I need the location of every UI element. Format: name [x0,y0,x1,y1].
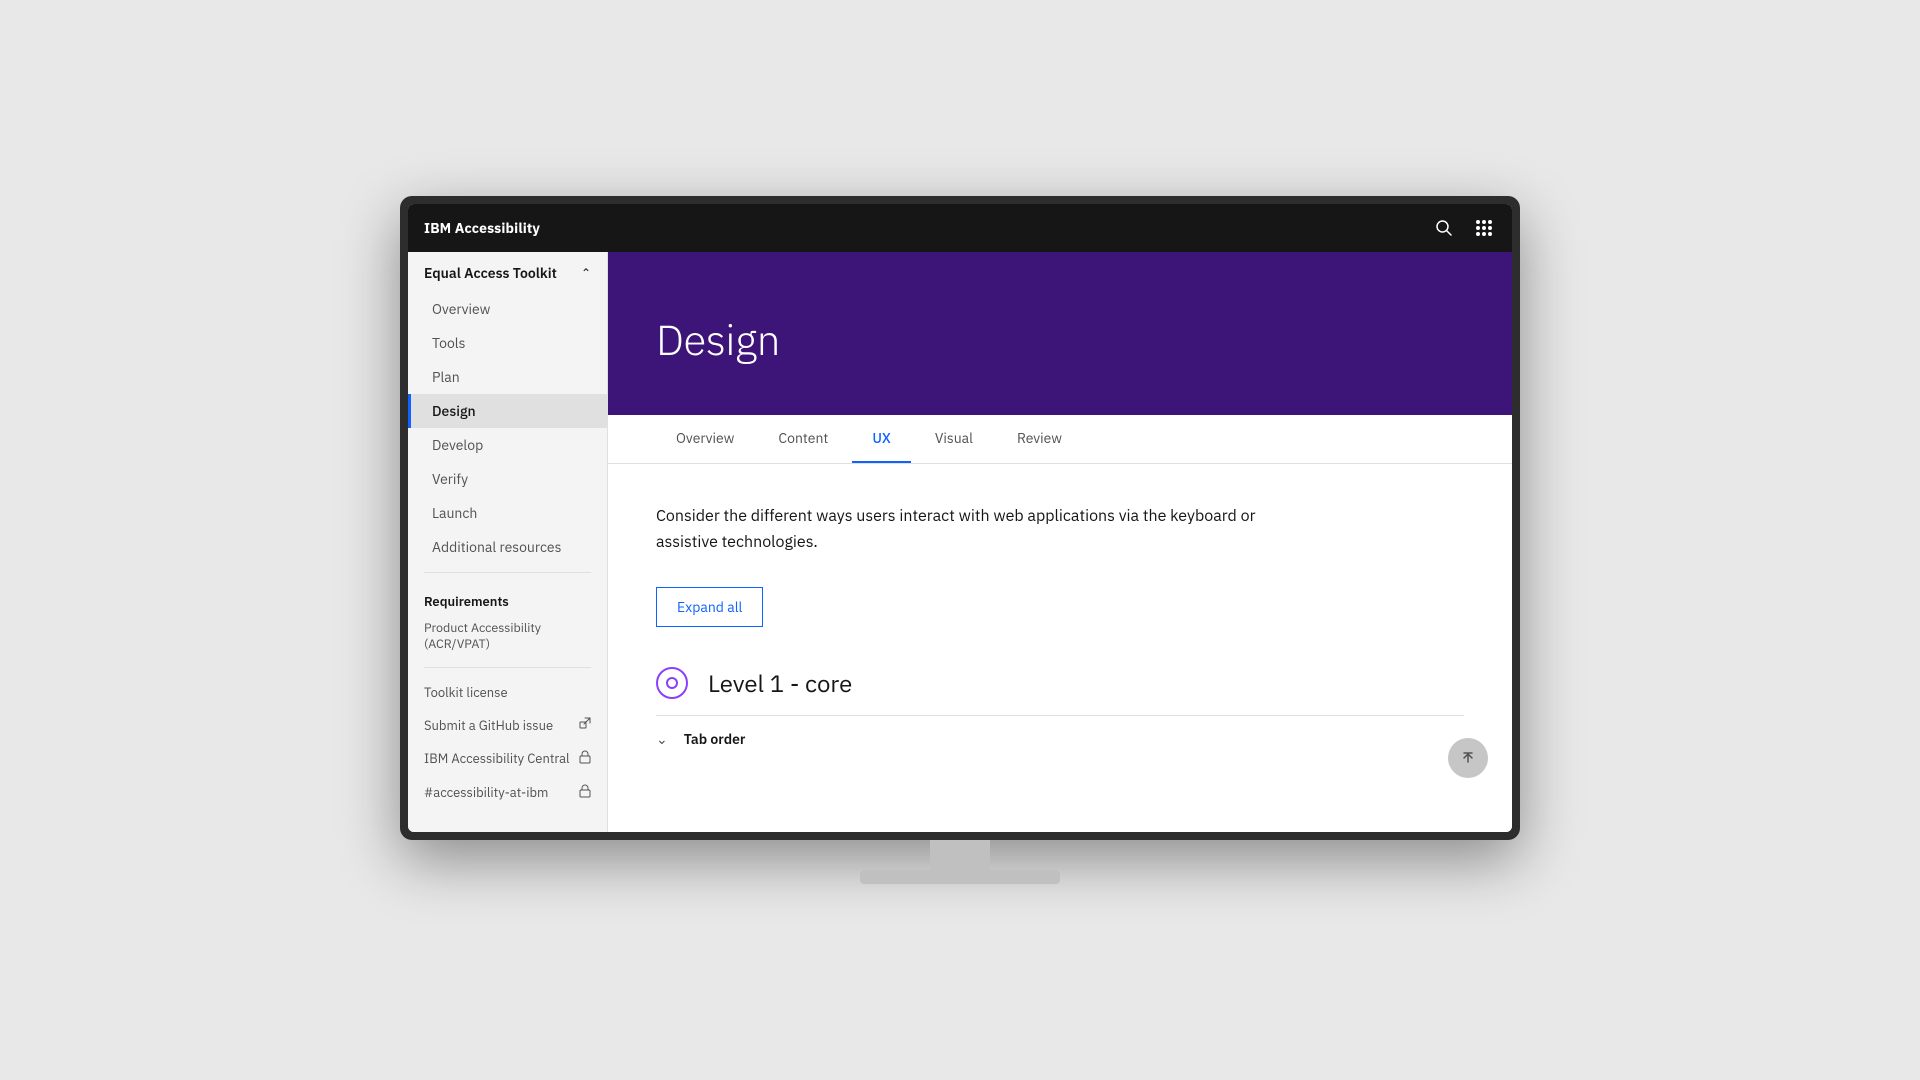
expand-all-button[interactable]: Expand all [656,587,763,627]
tabs-bar: Overview Content UX Visual Review [608,415,1512,464]
intro-text: Consider the different ways users intera… [656,504,1256,555]
sidebar-item-plan[interactable]: Plan [408,360,607,394]
topnav-icons [1432,216,1496,240]
hero-banner: Design [608,252,1512,415]
search-icon[interactable] [1432,216,1456,240]
sidebar-toolkit-license[interactable]: Toolkit license [408,676,607,709]
accordion-header[interactable]: ⌄ Tab order [656,730,1464,748]
sidebar-collapse-icon: ⌃ [581,266,591,281]
sidebar-divider-2 [424,667,591,668]
brand-ibm: IBM [424,219,451,237]
toolkit-license-label: Toolkit license [424,684,508,701]
accordion-chevron-icon: ⌄ [656,730,668,748]
sidebar: Equal Access Toolkit ⌃ Overview Tools Pl… [408,252,608,832]
tab-overview[interactable]: Overview [656,415,754,463]
level-title: Level 1 - core [708,667,852,699]
level-section: Level 1 - core [656,667,1464,699]
tab-visual[interactable]: Visual [915,415,993,463]
page-title: Design [656,312,780,367]
content-area: Design Overview Content UX Visual Review… [608,252,1512,832]
grid-dots [1476,220,1492,236]
main-layout: Equal Access Toolkit ⌃ Overview Tools Pl… [408,252,1512,832]
accordion-tab-order: ⌄ Tab order [656,715,1464,762]
sidebar-item-launch[interactable]: Launch [408,496,607,530]
github-issue-label: Submit a GitHub issue [424,717,553,734]
sidebar-requirements-label[interactable]: Requirements [408,581,607,616]
sidebar-divider-1 [424,572,591,573]
brand-name: Accessibility [455,219,540,237]
sidebar-item-tools[interactable]: Tools [408,326,607,360]
sidebar-ibm-accessibility-central[interactable]: IBM Accessibility Central [408,742,607,776]
sidebar-github-issue[interactable]: Submit a GitHub issue [408,709,607,742]
lock-icon-2 [579,784,591,802]
top-navigation: IBM Accessibility [408,204,1512,252]
sidebar-section-title: Equal Access Toolkit [424,264,557,282]
tab-ux[interactable]: UX [852,415,911,463]
accessibility-at-ibm-label: #accessibility-at-ibm [424,784,548,801]
monitor-stand-neck [930,840,990,870]
brand: IBM Accessibility [424,219,540,237]
tab-review[interactable]: Review [997,415,1082,463]
level-icon-inner [666,677,678,689]
sidebar-item-design[interactable]: Design [408,394,607,428]
lock-icon-1 [579,750,591,768]
app-switcher-icon[interactable] [1472,216,1496,240]
sidebar-item-overview[interactable]: Overview [408,292,607,326]
monitor-stand-base [860,870,1060,884]
ibm-accessibility-central-label: IBM Accessibility Central [424,750,570,767]
scroll-to-top-button[interactable] [1448,738,1488,778]
sidebar-section-header[interactable]: Equal Access Toolkit ⌃ [408,252,607,292]
level-icon [656,667,688,699]
sidebar-nav-items: Overview Tools Plan Design Develop Verif… [408,292,607,564]
sidebar-item-verify[interactable]: Verify [408,462,607,496]
accordion-label: Tab order [684,730,746,748]
sidebar-item-develop[interactable]: Develop [408,428,607,462]
sidebar-item-additional-resources[interactable]: Additional resources [408,530,607,564]
sidebar-acr-label[interactable]: Product Accessibility (ACR/VPAT) [408,616,607,659]
external-link-icon [579,717,591,733]
page-content: Consider the different ways users intera… [608,464,1512,802]
sidebar-accessibility-at-ibm[interactable]: #accessibility-at-ibm [408,776,607,810]
tab-content[interactable]: Content [758,415,848,463]
